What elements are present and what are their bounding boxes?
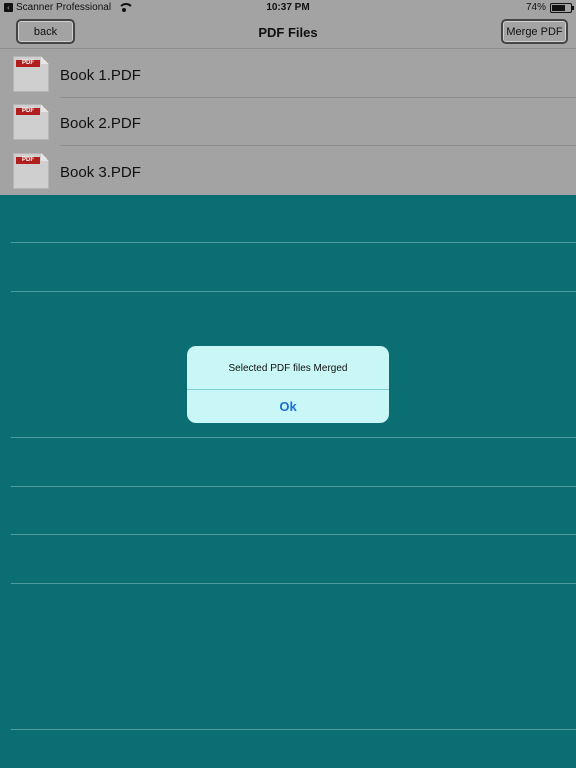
file-name: Book 2.PDF [60, 115, 141, 132]
alert-ok-button[interactable]: Ok [187, 390, 389, 423]
battery-fill [552, 4, 566, 11]
file-row[interactable]: PDF Book 2.PDF [0, 98, 576, 146]
alert-message: Selected PDF files Merged [228, 363, 348, 374]
empty-row-separator [11, 729, 576, 730]
page-title: PDF Files [258, 25, 318, 40]
page-fold-icon [41, 153, 49, 161]
empty-row-separator [11, 583, 576, 584]
status-right: 74% [525, 2, 574, 13]
row-separator [60, 145, 576, 146]
empty-row-separator [11, 534, 576, 535]
file-row[interactable]: PDF Book 3.PDF [0, 147, 576, 195]
status-time: 10:37 PM [266, 2, 310, 13]
page-fold-icon [41, 104, 49, 112]
merge-pdf-button[interactable]: Merge PDF [501, 19, 568, 44]
battery-percent: 74% [525, 2, 546, 13]
battery-icon [550, 2, 574, 13]
empty-row-separator [11, 486, 576, 487]
status-bar: ‹ Scanner Professional 10:37 PM 74% [0, 0, 576, 16]
page-fold-icon [41, 56, 49, 64]
pdf-icon-label: PDF [16, 60, 40, 67]
empty-row-separator [11, 242, 576, 243]
pdf-icon-label: PDF [16, 108, 40, 115]
file-name: Book 3.PDF [60, 164, 141, 181]
pdf-file-icon: PDF [13, 104, 49, 140]
pdf-file-icon: PDF [13, 153, 49, 189]
empty-row-separator [11, 437, 576, 438]
empty-row-separator [11, 291, 576, 292]
navigation-bar: back PDF Files Merge PDF [0, 16, 576, 49]
file-name: Book 1.PDF [60, 67, 141, 84]
pdf-icon-label: PDF [16, 157, 40, 164]
merge-success-alert: Selected PDF files Merged Ok [187, 346, 389, 423]
pdf-file-icon: PDF [13, 56, 49, 92]
file-row[interactable]: PDF Book 1.PDF [0, 50, 576, 98]
